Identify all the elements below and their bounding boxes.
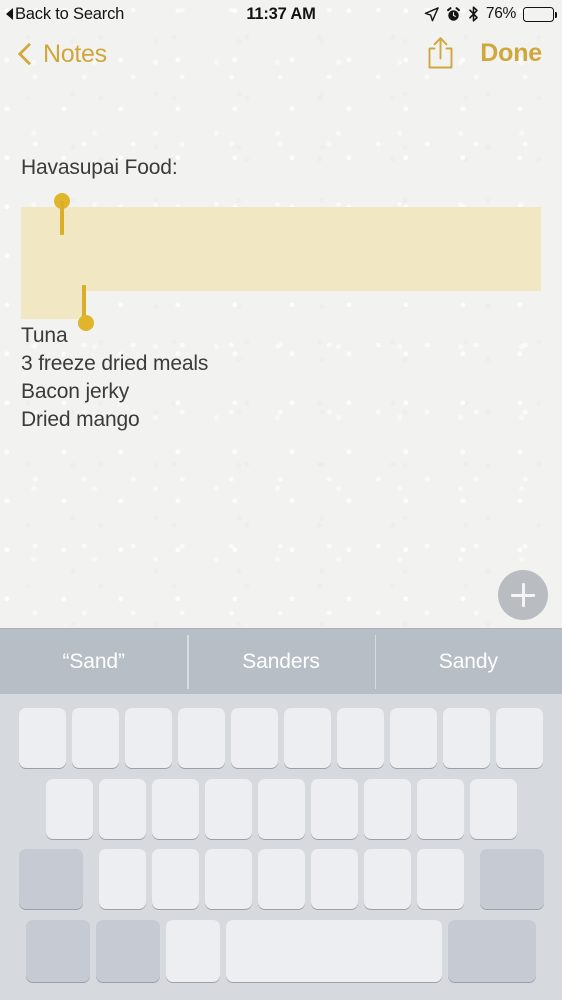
done-button[interactable]: Done bbox=[480, 39, 542, 68]
selection-highlight-block-lower bbox=[21, 291, 85, 319]
back-to-notes-button[interactable]: Notes bbox=[18, 40, 107, 69]
keyboard-row-4 bbox=[0, 914, 562, 988]
key-c[interactable] bbox=[204, 849, 252, 909]
globe-key[interactable] bbox=[96, 920, 160, 982]
note-line-title[interactable]: Havasupai Food: bbox=[21, 154, 178, 182]
key-g[interactable] bbox=[257, 779, 305, 839]
key-x[interactable] bbox=[151, 849, 199, 909]
bluetooth-icon bbox=[468, 6, 479, 22]
key-b[interactable] bbox=[310, 849, 358, 909]
key-j[interactable] bbox=[363, 779, 411, 839]
note-line-dried-mango[interactable]: Dried mango bbox=[21, 406, 140, 434]
battery-percent-label: 76% bbox=[485, 5, 516, 22]
selection-handle-start-icon[interactable] bbox=[53, 193, 71, 237]
status-bar-indicators: 76% bbox=[424, 5, 558, 23]
alarm-clock-icon bbox=[446, 6, 461, 22]
selection-handle-end-knob bbox=[78, 315, 94, 331]
selection-handle-end-icon[interactable] bbox=[78, 285, 96, 333]
note-line-tuna[interactable]: Tuna bbox=[21, 322, 68, 350]
autocorrect-suggestion-bar: “Sand” Sanders Sandy bbox=[0, 628, 562, 695]
selection-handle-start-bar bbox=[60, 201, 64, 235]
note-editor[interactable]: Havasupai Food: Sandwich 3 protein mixes… bbox=[0, 90, 562, 628]
key-a[interactable] bbox=[45, 779, 93, 839]
key-n[interactable] bbox=[363, 849, 411, 909]
shift-key[interactable] bbox=[18, 849, 83, 909]
notes-app-screen: Back to Search 11:37 AM 76% Notes Done H… bbox=[0, 0, 562, 1000]
key-p[interactable] bbox=[496, 708, 543, 768]
note-line-bacon-jerky[interactable]: Bacon jerky bbox=[21, 378, 129, 406]
suggestion-item-1[interactable]: Sanders bbox=[187, 629, 374, 695]
key-k[interactable] bbox=[416, 779, 464, 839]
key-w[interactable] bbox=[72, 708, 119, 768]
key-v[interactable] bbox=[257, 849, 305, 909]
key-s[interactable] bbox=[98, 779, 146, 839]
location-arrow-icon bbox=[424, 6, 439, 22]
key-e[interactable] bbox=[125, 708, 172, 768]
keyboard-row-2 bbox=[0, 774, 562, 844]
key-h[interactable] bbox=[310, 779, 358, 839]
key-l[interactable] bbox=[469, 779, 517, 839]
key-f[interactable] bbox=[204, 779, 252, 839]
on-screen-keyboard bbox=[0, 694, 562, 1000]
status-bar: Back to Search 11:37 AM 76% bbox=[0, 0, 562, 28]
key-z[interactable] bbox=[98, 849, 146, 909]
key-o[interactable] bbox=[443, 708, 490, 768]
selection-highlight-block-upper bbox=[21, 207, 541, 291]
key-t[interactable] bbox=[231, 708, 278, 768]
key-r[interactable] bbox=[178, 708, 225, 768]
key-u[interactable] bbox=[337, 708, 384, 768]
key-q[interactable] bbox=[19, 708, 66, 768]
space-key[interactable] bbox=[226, 920, 442, 982]
key-i[interactable] bbox=[390, 708, 437, 768]
chevron-left-icon bbox=[18, 42, 33, 67]
dictation-key[interactable] bbox=[166, 920, 220, 982]
share-icon[interactable] bbox=[427, 36, 454, 70]
suggestion-item-0[interactable]: “Sand” bbox=[0, 629, 187, 695]
key-y[interactable] bbox=[284, 708, 331, 768]
battery-icon bbox=[523, 6, 558, 22]
return-key[interactable] bbox=[448, 920, 536, 982]
note-line-freeze-dried-meals[interactable]: 3 freeze dried meals bbox=[21, 350, 208, 378]
suggestion-item-2[interactable]: Sandy bbox=[374, 629, 562, 695]
keyboard-row-1 bbox=[0, 694, 562, 774]
navigation-bar: Notes Done bbox=[0, 28, 562, 90]
key-d[interactable] bbox=[151, 779, 199, 839]
key-m[interactable] bbox=[416, 849, 464, 909]
back-to-notes-label: Notes bbox=[43, 40, 107, 68]
numeric-key[interactable] bbox=[26, 920, 90, 982]
keyboard-row-3 bbox=[0, 844, 562, 914]
new-note-button[interactable] bbox=[498, 570, 548, 620]
backspace-key[interactable] bbox=[479, 849, 544, 909]
navigation-bar-actions: Done bbox=[427, 36, 542, 70]
